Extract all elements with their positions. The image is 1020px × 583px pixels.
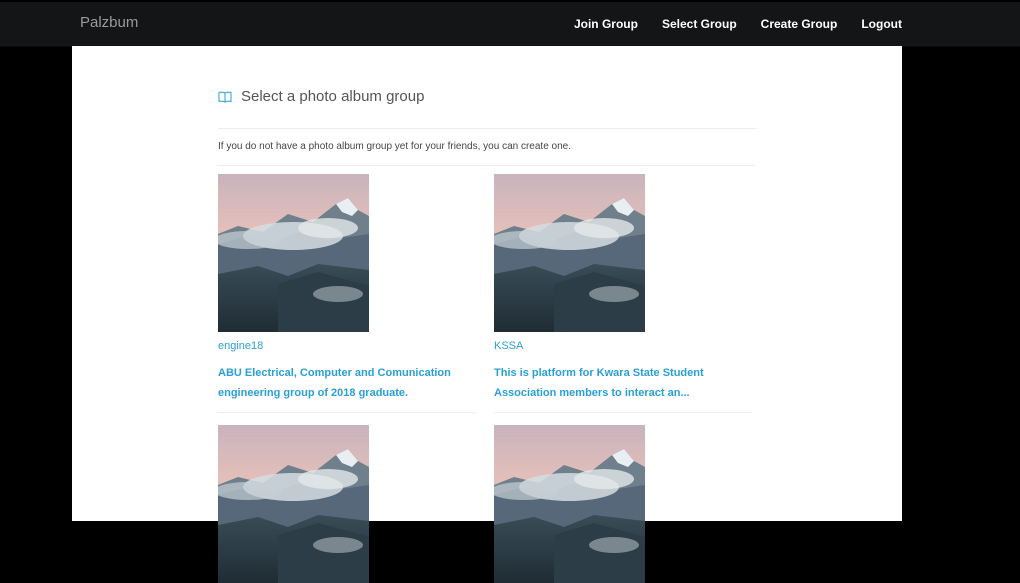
group-card: engine18 ABU Electrical, Computer and Co… bbox=[218, 174, 476, 413]
divider bbox=[494, 412, 752, 413]
divider bbox=[218, 165, 756, 166]
group-card bbox=[218, 425, 476, 583]
nav-select-group[interactable]: Select Group bbox=[662, 17, 737, 31]
group-thumbnail[interactable] bbox=[218, 425, 369, 583]
group-title-link[interactable]: engine18 bbox=[218, 340, 476, 352]
group-description-link[interactable]: This is platform for Kwara State Student… bbox=[494, 363, 752, 403]
nav-join-group[interactable]: Join Group bbox=[574, 17, 638, 31]
group-card bbox=[494, 425, 752, 583]
group-thumbnail[interactable] bbox=[218, 174, 369, 332]
divider bbox=[218, 412, 476, 413]
group-description-link[interactable]: ABU Electrical, Computer and Comunicatio… bbox=[218, 363, 476, 403]
group-card: KSSA This is platform for Kwara State St… bbox=[494, 174, 752, 413]
group-thumbnail[interactable] bbox=[494, 425, 645, 583]
top-navbar: Palzbum Join Group Select Group Create G… bbox=[0, 2, 1020, 47]
intro-text: If you do not have a photo album group y… bbox=[218, 141, 571, 152]
divider bbox=[218, 128, 756, 129]
main-panel: Select a photo album group If you do not… bbox=[72, 46, 902, 521]
page-title: Select a photo album group bbox=[241, 88, 425, 105]
brand-link[interactable]: Palzbum bbox=[80, 14, 138, 31]
nav-create-group[interactable]: Create Group bbox=[761, 17, 838, 31]
group-thumbnail[interactable] bbox=[494, 174, 645, 332]
nav-links: Join Group Select Group Create Group Log… bbox=[574, 17, 902, 31]
page-heading: Select a photo album group bbox=[218, 88, 424, 105]
book-icon bbox=[218, 91, 232, 103]
group-title-link[interactable]: KSSA bbox=[494, 340, 752, 352]
nav-logout[interactable]: Logout bbox=[861, 17, 902, 31]
